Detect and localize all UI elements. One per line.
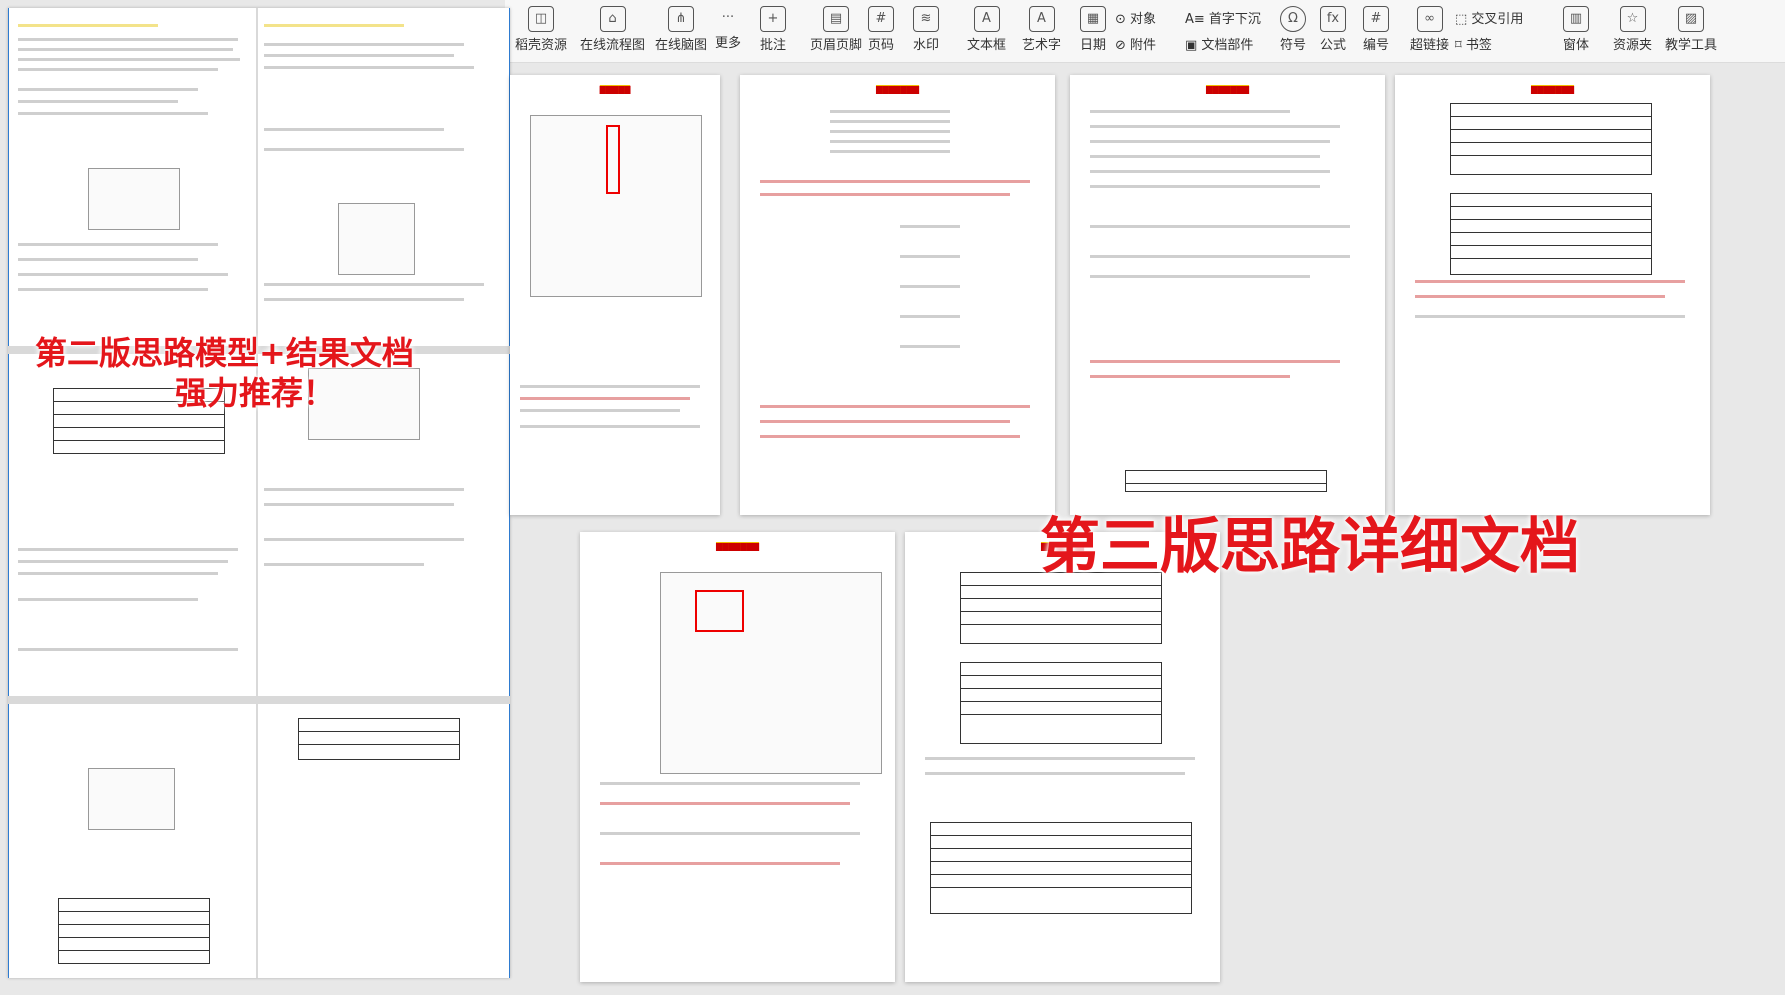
toolbar-row-item[interactable]: ⊘ 附件 (1115, 34, 1156, 53)
doc-page: ▇▇▇▇▇▇▇ (740, 75, 1055, 515)
doc-parts-icon: ▣ (1185, 38, 1202, 53)
calendar-icon: ▦ (1080, 6, 1106, 32)
toolbar-item[interactable]: fx 公式 (1320, 6, 1346, 53)
toolbar-item[interactable]: ⋔ 在线脑图 (655, 6, 707, 53)
toolbar-item[interactable]: ▦ 日期 (1080, 6, 1106, 53)
header-footer-icon: ▤ (823, 6, 849, 32)
toolbar-item[interactable]: + 批注 (760, 6, 786, 53)
highlight-mark (695, 590, 744, 632)
page-header: ▇▇▇▇▇▇▇ (1530, 85, 1575, 94)
table (298, 718, 460, 760)
symbol-icon: Ω (1280, 6, 1306, 32)
toolbar-item[interactable]: ··· 更多 (715, 6, 741, 51)
table (960, 662, 1162, 744)
page-gap (256, 8, 258, 978)
teaching-tools-icon: ▨ (1678, 6, 1704, 32)
wordart-icon: A (1028, 6, 1055, 32)
comment-icon: + (760, 6, 786, 32)
star-icon: ☆ (1619, 6, 1646, 32)
page-header: ▇▇▇▇▇▇▇ (715, 542, 760, 551)
figure (660, 572, 882, 774)
bookmark-icon: ⌑ (1455, 38, 1466, 53)
overlay-version3-title: 第三版思路详细文档 (1040, 512, 1580, 582)
thumbnail-panel (8, 8, 510, 978)
page-gap (8, 696, 510, 704)
toolbar-row-item[interactable]: ⊙ 对象 (1115, 8, 1156, 27)
mindmap-icon: ⋔ (668, 6, 694, 32)
toolbar-row-item[interactable]: ▣ 文档部件 (1185, 34, 1253, 53)
toolbar-item[interactable]: ≋ 水印 (913, 6, 939, 53)
figure (338, 203, 415, 275)
highlight-mark (606, 125, 620, 194)
page-number-icon: # (868, 6, 894, 32)
more-icon: ··· (721, 10, 735, 25)
formula-icon: fx (1320, 6, 1346, 32)
toolbar-item[interactable]: ☆ 资源夹 (1613, 6, 1652, 53)
resource-icon: ◫ (528, 6, 554, 32)
toolbar-item[interactable]: # 页码 (868, 6, 894, 53)
table (930, 822, 1192, 914)
dropcap-icon: A≡ (1185, 12, 1209, 27)
toolbar-row-item[interactable]: ⬚ 交叉引用 (1455, 8, 1523, 27)
attachment-icon: ⊘ (1115, 38, 1131, 53)
page-header: ▇▇▇▇▇ (599, 85, 631, 94)
toolbar-item[interactable]: ⌂ 在线流程图 (580, 6, 645, 53)
watermark-icon: ≋ (913, 6, 939, 32)
page-header: ▇▇▇▇▇▇▇ (875, 85, 920, 94)
hyperlink-icon: ∞ (1416, 6, 1443, 32)
toolbar-item[interactable]: ∞ 超链接 (1410, 6, 1449, 53)
doc-page: ▇▇▇▇▇▇▇ (905, 532, 1220, 982)
figure (88, 168, 180, 230)
textbox-icon: A (973, 6, 1000, 32)
numbering-icon: # (1363, 6, 1389, 32)
toolbar-row-item[interactable]: A≡ 首字下沉 (1185, 8, 1261, 27)
doc-page: ▇▇▇▇▇▇▇ (1395, 75, 1710, 515)
page-header: ▇▇▇▇▇▇▇ (1205, 85, 1250, 94)
toolbar-item[interactable]: Ω 符号 (1280, 6, 1306, 53)
doc-page: ▇▇▇▇▇ (510, 75, 720, 515)
toolbar-item[interactable]: A 艺术字 (1022, 6, 1061, 53)
toolbar-item[interactable]: # 编号 (1363, 6, 1389, 53)
table (1450, 103, 1652, 175)
toolbar-item[interactable]: A 文本框 (967, 6, 1006, 53)
object-icon: ⊙ (1115, 12, 1131, 27)
toolbar-item[interactable]: ▥ 窗体 (1563, 6, 1589, 53)
figure (88, 768, 175, 830)
table (1450, 193, 1652, 275)
doc-page: ▇▇▇▇▇▇▇ (580, 532, 895, 982)
doc-page: ▇▇▇▇▇▇▇ (1070, 75, 1385, 515)
crossref-icon: ⬚ (1455, 12, 1472, 27)
toolbar-item[interactable]: ▨ 教学工具 (1665, 6, 1717, 53)
overlay-version2-subtitle: 强力推荐！ (175, 374, 336, 412)
toolbar-item[interactable]: ◫ 稻壳资源 (515, 6, 567, 53)
form-icon: ▥ (1563, 6, 1589, 32)
table (1125, 470, 1327, 492)
table (58, 898, 210, 964)
flowchart-icon: ⌂ (599, 6, 626, 32)
ribbon-toolbar: ◫ 稻壳资源 ⌂ 在线流程图 ⋔ 在线脑图 ··· 更多 + 批注 ▤ 页眉页脚 # 页码 ≋… (505, 0, 1785, 63)
toolbar-row-item[interactable]: ⌑ 书签 (1455, 34, 1492, 53)
toolbar-item[interactable]: ▤ 页眉页脚 (810, 6, 862, 53)
panel-border (8, 8, 9, 978)
